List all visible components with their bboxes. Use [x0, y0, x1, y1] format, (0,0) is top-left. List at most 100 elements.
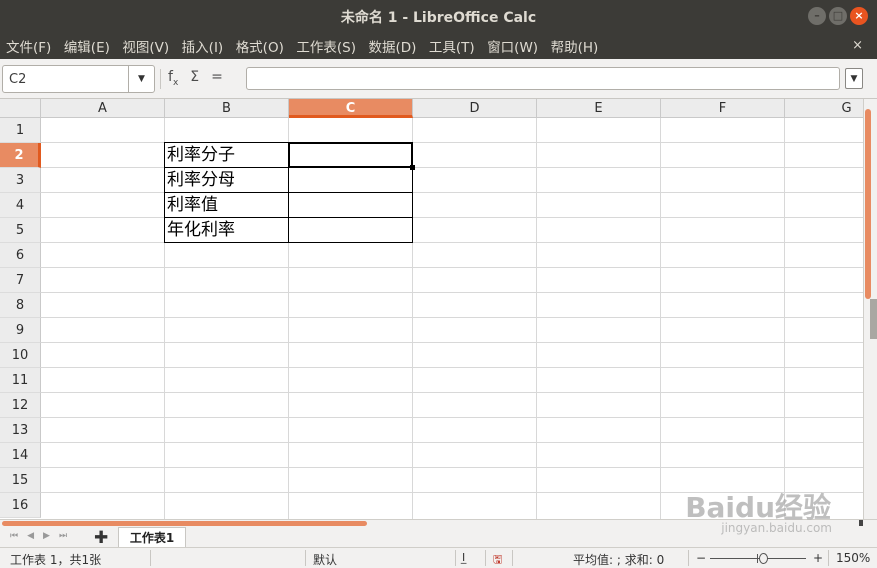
- zoom-slider-knob[interactable]: [759, 553, 768, 564]
- window-controls: – □ ×: [808, 7, 868, 25]
- insert-mode-icon[interactable]: I̲: [462, 551, 465, 564]
- menu-format[interactable]: 格式(O): [236, 36, 284, 56]
- menu-view[interactable]: 视图(V): [122, 36, 169, 56]
- formula-bar: C2 ▼ fx Σ = ▼: [0, 59, 877, 99]
- close-window-button[interactable]: ×: [850, 7, 868, 25]
- formula-input[interactable]: [246, 67, 840, 90]
- sheet-info: 工作表 1，共1张: [10, 553, 102, 567]
- active-cell-cursor[interactable]: [288, 142, 415, 170]
- menu-window[interactable]: 窗口(W): [487, 36, 538, 56]
- cell-c3[interactable]: [288, 167, 413, 193]
- vertical-scroll-thumb[interactable]: [865, 109, 871, 299]
- cell-b2[interactable]: 利率分子: [164, 142, 289, 168]
- row-header[interactable]: 9: [0, 318, 41, 343]
- gridline: [784, 118, 785, 519]
- chevron-down-icon[interactable]: ▼: [128, 66, 154, 92]
- gridline: [41, 317, 863, 318]
- save-status-icon[interactable]: 🖫: [493, 551, 502, 568]
- spreadsheet-grid[interactable]: A B C D E F G 1 2 3 4 5 6 7 8 9 10 11 12…: [0, 99, 863, 519]
- menu-file[interactable]: 文件(F): [6, 36, 51, 56]
- vertical-scrollbar[interactable]: [863, 99, 877, 519]
- row-header[interactable]: 7: [0, 268, 41, 293]
- maximize-button[interactable]: □: [829, 7, 847, 25]
- zoom-out-button[interactable]: −: [696, 551, 706, 565]
- row-header[interactable]: 15: [0, 468, 41, 493]
- row-header[interactable]: 16: [0, 493, 41, 518]
- function-wizard-icon[interactable]: fx: [168, 69, 178, 88]
- menu-tools[interactable]: 工具(T): [429, 36, 475, 56]
- status-separator: [455, 550, 456, 566]
- cell-b3[interactable]: 利率分母: [164, 167, 289, 193]
- menu-insert[interactable]: 插入(I): [182, 36, 224, 56]
- cell-b5[interactable]: 年化利率: [164, 217, 289, 243]
- column-header-c[interactable]: C: [289, 99, 413, 118]
- row-header[interactable]: 11: [0, 368, 41, 393]
- formula-equals-icon[interactable]: =: [211, 69, 223, 88]
- row-header[interactable]: 12: [0, 393, 41, 418]
- status-separator: [305, 550, 306, 566]
- zoom-level[interactable]: 150%: [836, 551, 870, 565]
- gridline: [41, 292, 863, 293]
- row-header[interactable]: 2: [0, 143, 41, 168]
- window-title: 未命名 1 - LibreOffice Calc: [340, 10, 537, 26]
- menu-sheet[interactable]: 工作表(S): [296, 36, 356, 56]
- column-header-d[interactable]: D: [413, 99, 537, 118]
- selection-stats: 平均值: ; 求和: 0: [573, 553, 665, 567]
- toolbar-separator: [160, 69, 161, 89]
- page-style[interactable]: 默认: [313, 551, 337, 568]
- status-separator: [512, 550, 513, 566]
- row-header[interactable]: 1: [0, 118, 41, 143]
- row-header[interactable]: 3: [0, 168, 41, 193]
- first-sheet-icon[interactable]: ⏮: [10, 531, 18, 541]
- row-header[interactable]: 6: [0, 243, 41, 268]
- sheet-tab[interactable]: 工作表1: [118, 527, 186, 548]
- last-sheet-icon[interactable]: ⏭: [59, 531, 67, 541]
- gridline: [41, 392, 863, 393]
- cell-c4[interactable]: [288, 192, 413, 218]
- minimize-button[interactable]: –: [808, 7, 826, 25]
- status-separator: [828, 550, 829, 566]
- row-header[interactable]: 14: [0, 443, 41, 468]
- baidu-watermark-url: jingyan.baidu.com: [721, 521, 832, 535]
- gridline: [41, 467, 863, 468]
- status-bar: 工作表 1，共1张 默认 I̲ 🖫 平均值: ; 求和: 0 − + 150%: [0, 547, 877, 568]
- menu-bar: 文件(F) 编辑(E) 视图(V) 插入(I) 格式(O) 工作表(S) 数据(…: [0, 33, 877, 59]
- name-box[interactable]: C2 ▼: [2, 65, 155, 93]
- gridline: [41, 267, 863, 268]
- select-all-corner[interactable]: [0, 99, 41, 118]
- menu-help[interactable]: 帮助(H): [551, 36, 599, 56]
- column-header-a[interactable]: A: [41, 99, 165, 118]
- column-header-e[interactable]: E: [537, 99, 661, 118]
- zoom-slider[interactable]: [710, 558, 806, 559]
- cell-b4[interactable]: 利率值: [164, 192, 289, 218]
- row-header[interactable]: 5: [0, 218, 41, 243]
- column-header-b[interactable]: B: [165, 99, 289, 118]
- row-header[interactable]: 10: [0, 343, 41, 368]
- name-box-value: C2: [9, 72, 27, 87]
- column-header-f[interactable]: F: [661, 99, 785, 118]
- zoom-slider-midmark: [757, 554, 758, 563]
- sidebar-toggle-handle[interactable]: [870, 299, 877, 339]
- column-header-g[interactable]: G: [785, 99, 863, 118]
- row-header[interactable]: 13: [0, 418, 41, 443]
- autofill-handle[interactable]: [410, 165, 415, 170]
- plus-icon[interactable]: ✚: [94, 528, 108, 548]
- row-header[interactable]: 4: [0, 193, 41, 218]
- zoom-in-button[interactable]: +: [813, 551, 823, 565]
- menu-edit[interactable]: 编辑(E): [64, 36, 110, 56]
- baidu-watermark: Baidu经验: [685, 491, 831, 524]
- scroll-end-marker: [859, 520, 863, 526]
- close-document-icon[interactable]: ×: [852, 38, 863, 53]
- menu-data[interactable]: 数据(D): [368, 36, 416, 56]
- prev-sheet-icon[interactable]: ◀: [27, 531, 34, 541]
- cell-c5[interactable]: [288, 217, 413, 243]
- expand-formula-bar-icon[interactable]: ▼: [845, 68, 863, 89]
- gridline: [41, 342, 863, 343]
- row-header[interactable]: 8: [0, 293, 41, 318]
- sheet-nav-buttons: ⏮ ◀ ▶ ⏭: [10, 531, 67, 541]
- next-sheet-icon[interactable]: ▶: [43, 531, 50, 541]
- status-separator: [150, 550, 151, 566]
- horizontal-scroll-thumb[interactable]: [2, 521, 367, 526]
- gridline: [660, 118, 661, 519]
- sum-icon[interactable]: Σ: [190, 69, 199, 88]
